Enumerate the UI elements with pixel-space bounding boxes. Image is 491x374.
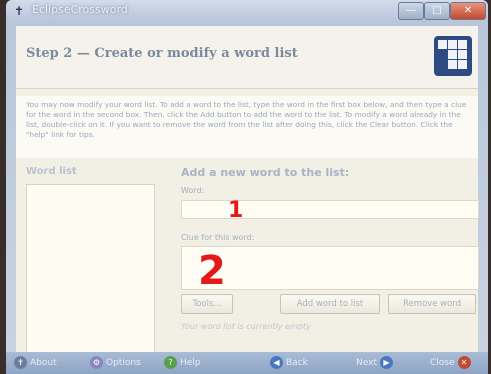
word-list-box[interactable] bbox=[26, 184, 155, 356]
next-arrow-icon: ▶ bbox=[379, 356, 393, 369]
close-window-button[interactable]: ✕ bbox=[450, 2, 486, 20]
about-icon: ✝ bbox=[14, 356, 27, 369]
annotation-two: 2 bbox=[198, 248, 226, 294]
clue-label: Clue for this word: bbox=[181, 233, 255, 242]
close-button[interactable]: Close ✕ bbox=[430, 356, 471, 370]
word-label: Word: bbox=[181, 186, 205, 195]
next-label: Next bbox=[356, 358, 377, 368]
instructions-text: You may now modify your word list. To ad… bbox=[16, 96, 478, 158]
bottom-bar: ✝ About ⚙ Options ? Help ◀ Back Next ▶ Close ✕ bbox=[6, 352, 488, 374]
tools-button[interactable]: Tools... bbox=[181, 294, 233, 314]
back-arrow-icon: ◀ bbox=[270, 356, 283, 369]
about-button[interactable]: ✝ About bbox=[14, 356, 57, 370]
help-icon: ? bbox=[164, 356, 177, 369]
back-button[interactable]: ◀ Back bbox=[270, 356, 308, 370]
back-label: Back bbox=[286, 358, 308, 368]
app-window: ✝ EclipseCrossword — □ ✕ Step 2 — Create… bbox=[6, 0, 488, 374]
options-button[interactable]: ⚙ Options bbox=[90, 356, 141, 370]
window-title: EclipseCrossword bbox=[32, 3, 128, 16]
add-word-heading: Add a new word to the list: bbox=[181, 166, 350, 179]
title-bar[interactable]: ✝ EclipseCrossword — □ ✕ bbox=[6, 0, 488, 22]
wizard-header: Step 2 — Create or modify a word list bbox=[16, 26, 478, 89]
close-icon: ✕ bbox=[457, 356, 471, 369]
step-title: Step 2 — Create or modify a word list bbox=[26, 46, 298, 61]
crossword-logo-icon bbox=[434, 36, 472, 76]
add-word-button[interactable]: Add word to list bbox=[280, 294, 380, 314]
word-input[interactable] bbox=[181, 200, 479, 219]
status-text: Your word list is currently empty bbox=[181, 322, 311, 331]
next-button[interactable]: Next ▶ bbox=[356, 356, 393, 370]
maximize-button[interactable]: □ bbox=[424, 2, 450, 20]
remove-word-button[interactable]: Remove word bbox=[388, 294, 476, 314]
help-label: Help bbox=[180, 358, 201, 368]
minimize-button[interactable]: — bbox=[398, 2, 424, 20]
options-label: Options bbox=[106, 358, 141, 368]
close-label: Close bbox=[430, 358, 455, 368]
help-button[interactable]: ? Help bbox=[164, 356, 201, 370]
wizard-content: Step 2 — Create or modify a word list Yo… bbox=[16, 26, 479, 356]
options-icon: ⚙ bbox=[90, 356, 103, 369]
about-label: About bbox=[30, 358, 57, 368]
annotation-one: 1 bbox=[228, 198, 244, 223]
word-list-label: Word list bbox=[26, 166, 77, 177]
app-icon: ✝ bbox=[14, 4, 25, 18]
